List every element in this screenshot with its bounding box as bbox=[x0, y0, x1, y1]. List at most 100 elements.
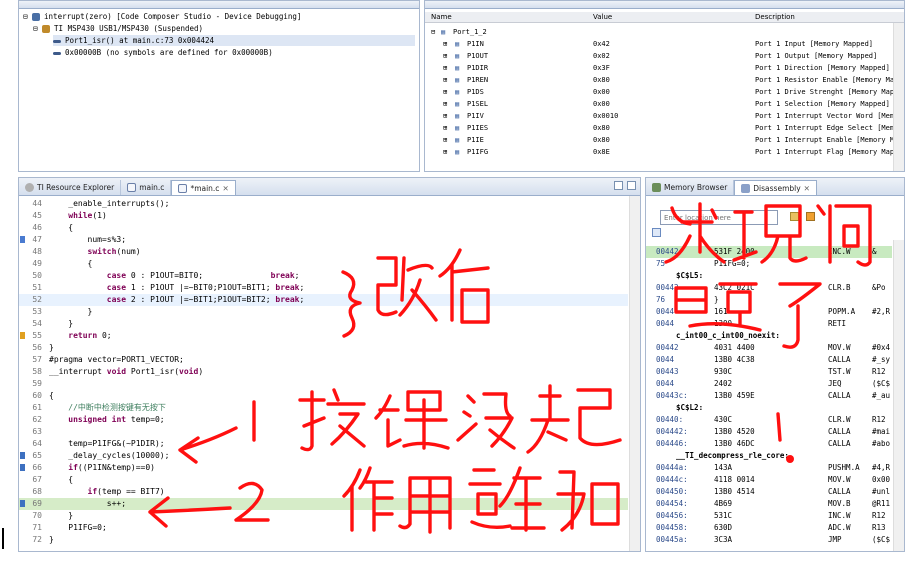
expand-icon[interactable]: ⊞ bbox=[443, 86, 447, 98]
code-area[interactable]: 44 _enable_interrupts(); 45 while(1) 46 {4… bbox=[19, 196, 640, 551]
register-row[interactable]: ⊞ ▦ P1IE 0x80 Port 1 Interrupt Enable [Memor… bbox=[425, 134, 903, 146]
collapse-icon[interactable]: ⊟ bbox=[431, 26, 435, 38]
code-line[interactable]: 53 } bbox=[19, 306, 628, 318]
disassembly-row[interactable]: 00444a: 143A PUSHM.A #4,R bbox=[646, 462, 892, 474]
tab-disassembly[interactable]: Disassembly ✕ bbox=[734, 180, 817, 195]
register-row[interactable]: ⊞ ▦ P1DS 0x00 Port 1 Drive Strenght [Memory … bbox=[425, 86, 903, 98]
code-line[interactable]: 67 { bbox=[19, 474, 628, 486]
register-value[interactable]: 0x00 bbox=[593, 86, 610, 98]
sync-icon[interactable] bbox=[806, 212, 815, 221]
register-value[interactable]: 0x80 bbox=[593, 74, 610, 86]
collapse-icon[interactable]: ⊟ bbox=[33, 24, 42, 33]
code-line[interactable]: 54 } bbox=[19, 318, 628, 330]
code-line[interactable]: 60 { bbox=[19, 390, 628, 402]
expand-icon[interactable]: ⊞ bbox=[443, 110, 447, 122]
code-line[interactable]: 59 bbox=[19, 378, 628, 390]
link-icon[interactable] bbox=[652, 228, 661, 237]
expand-icon[interactable]: ⊞ bbox=[443, 98, 447, 110]
code-line[interactable]: 69 s++; bbox=[19, 498, 628, 510]
minimize-button[interactable] bbox=[614, 181, 623, 190]
disassembly-row[interactable]: 00442 43C2 021C CLR.B &Po bbox=[646, 282, 892, 294]
maximize-button[interactable] bbox=[627, 181, 636, 190]
go-icon[interactable] bbox=[790, 212, 799, 221]
code-line[interactable]: 58 __interrupt void Port1_isr(void) bbox=[19, 366, 628, 378]
disassembly-row[interactable]: 00444c: 4118 0014 MOV.W 0x00 bbox=[646, 474, 892, 486]
disassembly-row[interactable]: 00440: 430C CLR.W R12 bbox=[646, 414, 892, 426]
code-line[interactable]: 71 P1IFG=0; bbox=[19, 522, 628, 534]
expand-icon[interactable]: ⊞ bbox=[443, 38, 447, 50]
col-value-header[interactable]: Value bbox=[593, 13, 612, 21]
code-line[interactable]: 52 case 2 : P1OUT |=~BIT1;P1OUT=BIT2; br… bbox=[19, 294, 628, 306]
register-row[interactable]: ⊞ ▦ P1IFG 0x8E Port 1 Interrupt Flag [Memory… bbox=[425, 146, 903, 158]
tab-main-c-modified[interactable]: *main.c ✕ bbox=[171, 180, 236, 195]
register-row[interactable]: ⊞ ▦ P1IES 0x80 Port 1 Interrupt Edge Select … bbox=[425, 122, 903, 134]
location-input[interactable] bbox=[660, 210, 778, 225]
breakpoint-marker-icon[interactable] bbox=[20, 236, 25, 243]
disassembly-row[interactable]: 00442 4031 4400 MOV.W #0x4 bbox=[646, 342, 892, 354]
disassembly-row[interactable]: 75 P1IFG=0; bbox=[646, 258, 892, 270]
expand-icon[interactable]: ⊞ bbox=[443, 62, 447, 74]
disassembly-row[interactable]: 00442 531F 2400 INC.W & bbox=[646, 246, 892, 258]
code-line[interactable]: 63 bbox=[19, 426, 628, 438]
code-line[interactable]: 70 } bbox=[19, 510, 628, 522]
collapse-icon[interactable]: ⊟ bbox=[23, 12, 32, 21]
disassembly-row[interactable]: 004458: 630D ADC.W R13 bbox=[646, 522, 892, 534]
register-value[interactable]: 0x0010 bbox=[593, 110, 618, 122]
code-line[interactable]: 56} bbox=[19, 342, 628, 354]
code-line[interactable]: 51 case 1 : P1OUT |=~BIT0;P1OUT=BIT1; br… bbox=[19, 282, 628, 294]
register-row[interactable]: ⊞ ▦ P1DIR 0x3F Port 1 Direction [Memory Mapp… bbox=[425, 62, 892, 74]
disassembly-scrollbar[interactable] bbox=[893, 240, 904, 551]
disassembly-row[interactable]: 0044 1300 RETI bbox=[646, 318, 892, 330]
register-value[interactable]: 0x02 bbox=[593, 50, 610, 62]
registers-scrollbar[interactable] bbox=[893, 23, 904, 171]
register-value[interactable]: 0x42 bbox=[593, 38, 610, 50]
code-line[interactable]: 55 return 0; bbox=[19, 330, 628, 342]
register-group-row[interactable]: ⊟ ▦ Port_1_2 bbox=[425, 26, 892, 38]
tab-ti-resource-explorer[interactable]: TI Resource Explorer bbox=[19, 180, 122, 195]
register-value[interactable]: 0x80 bbox=[593, 122, 610, 134]
expand-icon[interactable]: ⊞ bbox=[443, 50, 447, 62]
disassembly-row[interactable]: 004450: 13B0 4514 CALLA #unl bbox=[646, 486, 892, 498]
code-line[interactable]: 57 #pragma vector=PORT1_VECTOR; bbox=[19, 354, 628, 366]
code-line[interactable]: 68 if(temp == BIT7) bbox=[19, 486, 628, 498]
debug-tree-item[interactable]: Port1_isr() at main.c:73 0x004424 bbox=[53, 35, 415, 46]
col-name-header[interactable]: Name bbox=[431, 13, 452, 21]
code-line[interactable]: 44 _enable_interrupts(); bbox=[19, 198, 628, 210]
breakpoint-marker-icon[interactable] bbox=[20, 452, 25, 459]
code-line[interactable]: 62 unsigned int temp=0; bbox=[19, 414, 628, 426]
col-desc-header[interactable]: Description bbox=[755, 13, 795, 21]
code-line[interactable]: 64 temp=P1IFG&(~P1DIR); bbox=[19, 438, 628, 450]
disassembly-row[interactable]: 0044 161 POPM.A #2,R bbox=[646, 306, 892, 318]
expand-icon[interactable]: ⊞ bbox=[443, 74, 447, 86]
disassembly-row[interactable]: 00443c: 13B0 459E CALLA #_au bbox=[646, 390, 892, 402]
register-row[interactable]: ⊞ ▦ P1REN 0x80 Port 1 Resistor Enable [Memor… bbox=[425, 74, 898, 86]
expand-icon[interactable]: ⊞ bbox=[443, 134, 447, 146]
code-line[interactable]: 48 switch(num) bbox=[19, 246, 628, 258]
code-line[interactable]: 50 case 0 : P1OUT=BIT0; break; bbox=[19, 270, 628, 282]
disassembly-row[interactable]: 004456: 531C INC.W R12 bbox=[646, 510, 892, 522]
code-line[interactable]: 45 while(1) bbox=[19, 210, 628, 222]
code-line[interactable]: 47 num=s%3; bbox=[19, 234, 628, 246]
disassembly-row[interactable]: 00443 930C TST.W R12 bbox=[646, 366, 892, 378]
disassembly-row[interactable]: 0044 13B0 4C38 CALLA #_sy bbox=[646, 354, 892, 366]
debug-tree-item[interactable]: ⊟ interrupt(zero) [Code Composer Studio … bbox=[23, 11, 415, 22]
warning-marker-icon[interactable] bbox=[20, 332, 25, 339]
register-row[interactable]: ⊞ ▦ P1IV 0x0010 Port 1 Interrupt Vector Word… bbox=[425, 110, 903, 122]
expand-icon[interactable]: ⊞ bbox=[443, 122, 447, 134]
register-value[interactable]: 0x3F bbox=[593, 62, 610, 74]
debug-tree-item[interactable]: 0x00000B (no symbols are defined for 0x0… bbox=[53, 47, 415, 58]
code-line[interactable]: 66 if((P1IN&temp)==0) bbox=[19, 462, 628, 474]
close-icon[interactable]: ✕ bbox=[222, 184, 228, 193]
register-value[interactable]: 0x00 bbox=[593, 98, 610, 110]
disassembly-label-row[interactable]: __TI_decompress_rle_core: bbox=[646, 450, 892, 462]
code-line[interactable]: 49 { bbox=[19, 258, 628, 270]
code-line[interactable]: 65 _delay_cycles(10000); bbox=[19, 450, 628, 462]
disassembly-row[interactable]: 004454: 4B69 MOV.B @R11 bbox=[646, 498, 892, 510]
register-row[interactable]: ⊞ ▦ P1OUT 0x02 Port 1 Output [Memory Mapped] bbox=[425, 50, 892, 62]
disassembly-label-row[interactable]: $C$L2: bbox=[646, 402, 892, 414]
editor-scrollbar[interactable] bbox=[629, 196, 640, 551]
code-line[interactable]: 46 { bbox=[19, 222, 628, 234]
disassembly-row[interactable]: 76} bbox=[646, 294, 892, 306]
debug-tree-item[interactable]: ⊟ TI MSP430 USB1/MSP430 (Suspended) bbox=[33, 23, 415, 34]
register-row[interactable]: ⊞ ▦ P1IN 0x42 Port 1 Input [Memory Mapped] bbox=[425, 38, 892, 50]
